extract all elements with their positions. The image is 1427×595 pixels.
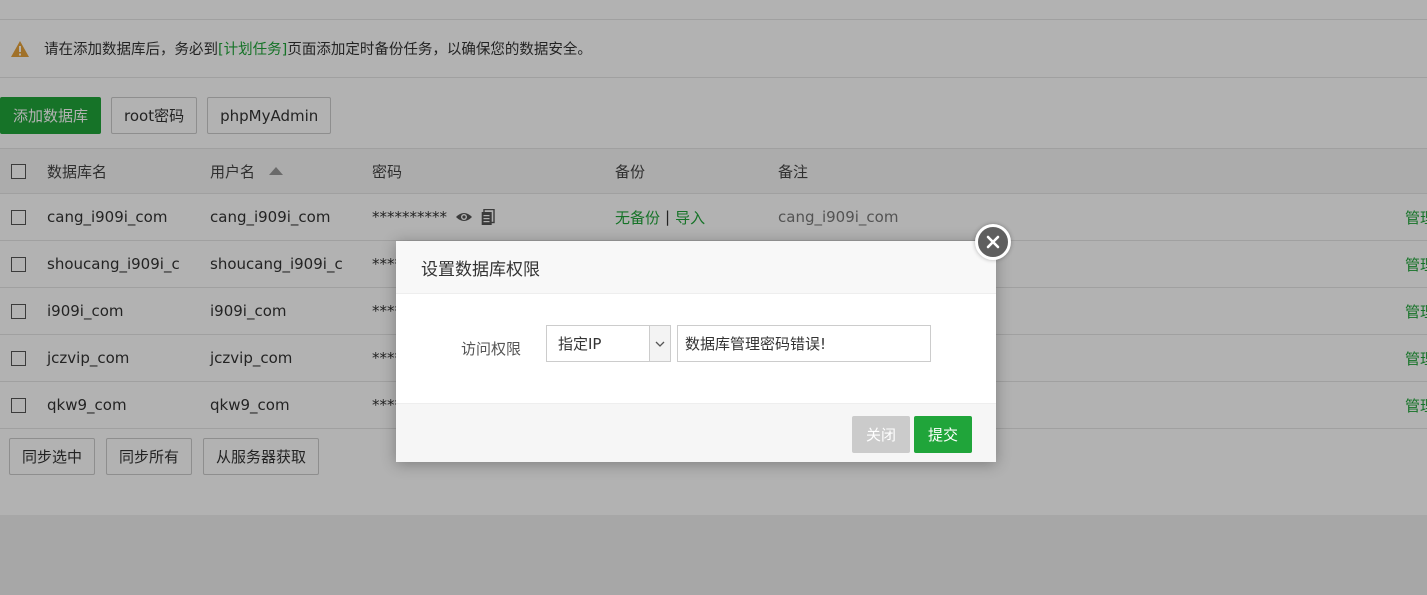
- chevron-down-icon[interactable]: [649, 326, 670, 361]
- dialog-body: 访问权限 指定IP: [396, 294, 996, 403]
- ip-input[interactable]: [677, 325, 931, 362]
- permission-dialog: 设置数据库权限 访问权限 指定IP 关闭 提交: [396, 241, 996, 462]
- dialog-title: 设置数据库权限: [396, 241, 996, 294]
- dialog-footer: 关闭 提交: [396, 403, 996, 462]
- access-label: 访问权限: [461, 340, 522, 358]
- access-select[interactable]: 指定IP: [546, 325, 671, 362]
- close-button[interactable]: 关闭: [852, 416, 911, 453]
- close-icon[interactable]: [975, 224, 1011, 260]
- access-select-value: 指定IP: [558, 335, 602, 353]
- submit-button[interactable]: 提交: [914, 416, 973, 453]
